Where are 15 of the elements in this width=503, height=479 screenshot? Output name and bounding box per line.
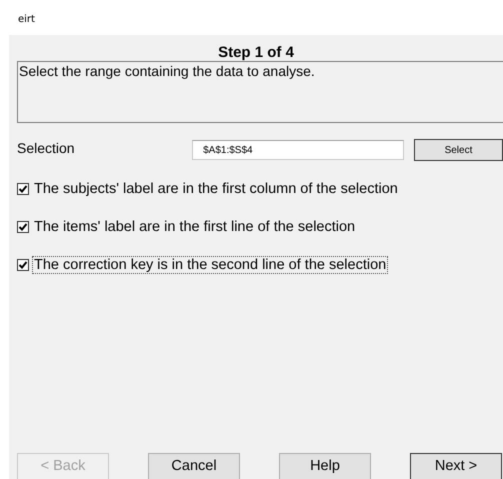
checkbox[interactable] [17,221,29,233]
step-title: Step 1 of 4 [218,44,294,61]
selection-field[interactable]: $A$1:$S$4 [192,140,404,160]
wizard-button[interactable]: Next > [410,453,502,479]
checkbox[interactable] [17,183,29,195]
checkbox-label[interactable]: The subjects' label are in the first column of the selection [32,180,400,198]
checkbox-label[interactable]: The correction key is in the second line of the selection [32,256,388,274]
checkbox[interactable] [17,259,29,271]
checkbox-label[interactable]: The items' label are in the first line of the selection [32,218,358,236]
window-title: eirt [18,13,35,25]
description-box: Select the range containing the data to analyse. [17,61,503,123]
selection-label: Selection [17,140,76,156]
wizard-button[interactable]: Help [279,453,371,479]
wizard-button[interactable]: Cancel [148,453,240,479]
select-button[interactable]: Select [414,139,503,161]
